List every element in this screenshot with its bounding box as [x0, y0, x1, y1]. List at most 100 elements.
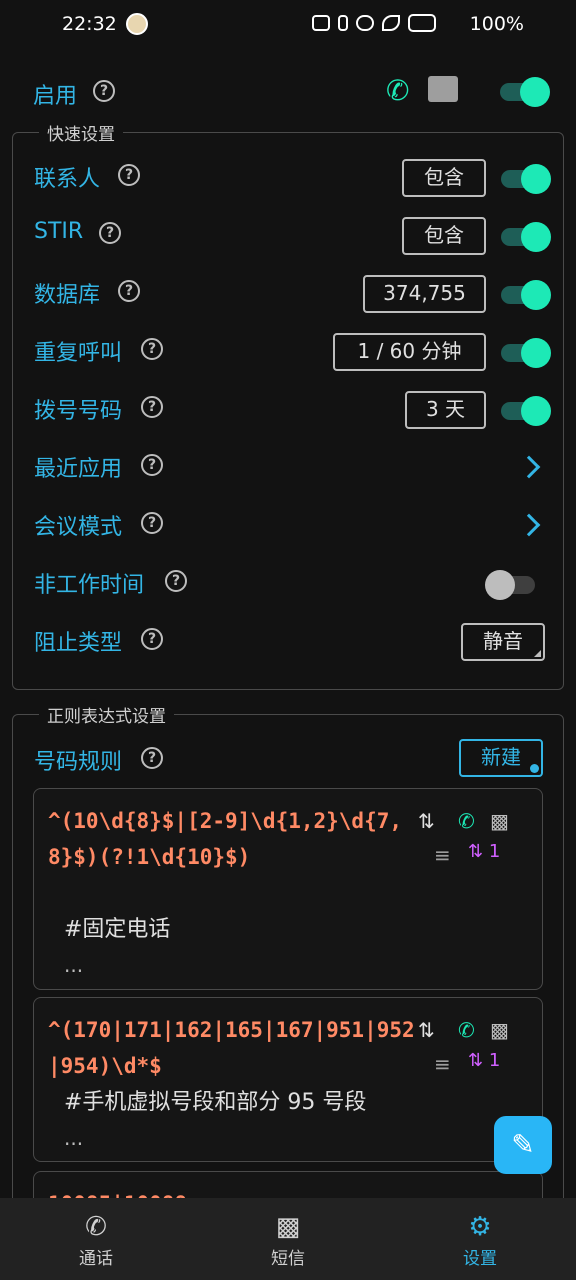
sms-icon: ▩ — [490, 809, 509, 833]
nav-label: 设置 — [463, 1249, 497, 1269]
sms-icon: ▩ — [490, 1018, 509, 1042]
phone-icon[interactable]: ✆ — [386, 74, 409, 107]
battery-percent: 100% — [469, 13, 524, 35]
rule-pattern: ^(10\d{8}$|[2-9]\d{1,2}\d{7,8}$)(?!1\d{1… — [48, 809, 403, 869]
shield-icon — [356, 15, 374, 31]
dialed-number-button[interactable]: 3 天 — [405, 391, 486, 429]
help-icon[interactable]: ? — [141, 512, 163, 534]
test-tube-icon: ✎ — [511, 1128, 535, 1161]
chevron-right-icon[interactable] — [517, 455, 541, 479]
sms-icon[interactable] — [428, 76, 458, 102]
stir-row[interactable]: STIR ? 包含 — [13, 207, 565, 265]
dialed-number-switch[interactable] — [501, 396, 551, 426]
section-title: 正则表达式设置 — [39, 702, 174, 727]
help-icon[interactable]: ? — [141, 338, 163, 360]
help-icon[interactable]: ? — [118, 164, 140, 186]
dialed-number-label: 拨号号码 — [34, 399, 123, 424]
number-rules-label: 号码规则 — [34, 750, 123, 775]
block-type-value: 静音 — [483, 629, 523, 653]
enable-label: 启用 — [33, 84, 78, 109]
sort-icon: ≡ — [434, 843, 451, 867]
rule-description: #手机虚拟号段和部分 95 号段 — [64, 1090, 367, 1115]
rule-more: ... — [64, 953, 84, 977]
priority-icon: ⇅ 1 — [468, 841, 501, 862]
status-avatar-icon — [126, 13, 148, 35]
rule-more: ... — [64, 1126, 84, 1150]
rule-card[interactable]: ^(170|171|162|165|167|951|952|954)\d*$ #… — [33, 997, 543, 1162]
shuffle-icon: ⇅ — [418, 1018, 435, 1042]
repeated-call-label: 重复呼叫 — [34, 341, 123, 366]
contacts-label: 联系人 — [34, 167, 101, 192]
database-label: 数据库 — [34, 283, 101, 308]
database-row[interactable]: 数据库 ? 374,755 — [13, 265, 565, 323]
incognito-icon — [312, 15, 330, 31]
gear-icon: ⚙ — [468, 1212, 492, 1242]
help-icon[interactable]: ? — [165, 570, 187, 592]
contacts-row[interactable]: 联系人 ? 包含 — [13, 149, 565, 207]
chevron-right-icon[interactable] — [517, 513, 541, 537]
phone-icon: ✆ — [458, 1018, 475, 1042]
block-type-row[interactable]: 阻止类型 ? 静音 — [13, 613, 565, 671]
rule-flags: ⇅ ✆ ▩ ≡ ⇅ 1 — [418, 809, 528, 869]
rule-flags: ⇅ ✆ ▩ ≡ ⇅ 1 — [418, 1018, 528, 1078]
off-time-switch[interactable] — [485, 570, 535, 600]
off-time-label: 非工作时间 — [34, 573, 145, 598]
nav-label: 通话 — [79, 1249, 113, 1269]
block-type-dropdown[interactable]: 静音 — [461, 623, 545, 661]
stir-label: STIR — [34, 219, 84, 244]
help-icon[interactable]: ? — [118, 280, 140, 302]
phone-icon: ✆ — [85, 1212, 107, 1242]
test-regex-button[interactable]: ✎ — [494, 1116, 552, 1174]
rule-pattern: ^(170|171|162|165|167|951|952|954)\d*$ — [48, 1018, 415, 1078]
rule-description: #固定电话 — [64, 917, 171, 942]
priority-icon: ⇅ 1 — [468, 1050, 501, 1071]
status-icons — [312, 14, 436, 32]
help-icon[interactable]: ? — [141, 747, 163, 769]
phone-icon: ✆ — [458, 809, 475, 833]
priority-value: 1 — [488, 841, 501, 862]
help-icon[interactable]: ? — [141, 396, 163, 418]
nav-sms[interactable]: ▩ 短信 — [192, 1198, 384, 1280]
stir-switch[interactable] — [501, 222, 551, 252]
status-time: 22:32 — [62, 13, 117, 35]
help-icon[interactable]: ? — [141, 454, 163, 476]
nav-calls[interactable]: ✆ 通话 — [0, 1198, 192, 1280]
battery-icon — [408, 14, 436, 32]
recent-apps-label: 最近应用 — [34, 457, 123, 482]
enable-row[interactable]: 启用 ? ✆ — [0, 66, 576, 118]
leaf-icon — [382, 15, 400, 31]
vibrate-icon — [338, 15, 348, 31]
repeated-call-button[interactable]: 1 / 60 分钟 — [333, 333, 486, 371]
help-icon[interactable]: ? — [141, 628, 163, 650]
quick-settings-section: 快速设置 联系人 ? 包含 STIR ? 包含 数据库 ? 374,755 重复… — [12, 120, 565, 690]
recent-apps-row[interactable]: 最近应用 ? — [13, 439, 565, 497]
contacts-mode-button[interactable]: 包含 — [402, 159, 486, 197]
enable-switch[interactable] — [500, 77, 550, 107]
sms-icon: ▩ — [275, 1212, 301, 1242]
database-count-button[interactable]: 374,755 — [363, 275, 486, 313]
section-title: 快速设置 — [39, 120, 123, 145]
help-icon[interactable]: ? — [93, 80, 115, 102]
new-rule-label: 新建 — [481, 745, 521, 769]
dialed-number-row[interactable]: 拨号号码 ? 3 天 — [13, 381, 565, 439]
stir-mode-button[interactable]: 包含 — [402, 217, 486, 255]
nav-label: 短信 — [271, 1249, 305, 1269]
repeated-call-row[interactable]: 重复呼叫 ? 1 / 60 分钟 — [13, 323, 565, 381]
shuffle-icon: ⇅ — [418, 809, 435, 833]
bottom-nav: ✆ 通话 ▩ 短信 ⚙ 设置 — [0, 1198, 576, 1280]
priority-value: 1 — [488, 1050, 501, 1071]
nav-settings[interactable]: ⚙ 设置 — [384, 1198, 576, 1280]
off-time-row[interactable]: 非工作时间 ? — [13, 555, 565, 613]
help-icon[interactable]: ? — [99, 222, 121, 244]
block-type-label: 阻止类型 — [34, 631, 123, 656]
database-switch[interactable] — [501, 280, 551, 310]
repeated-call-switch[interactable] — [501, 338, 551, 368]
meeting-mode-row[interactable]: 会议模式 ? — [13, 497, 565, 555]
sort-icon: ≡ — [434, 1052, 451, 1076]
new-rule-button[interactable]: 新建 — [459, 739, 543, 777]
meeting-mode-label: 会议模式 — [34, 515, 123, 540]
contacts-switch[interactable] — [501, 164, 551, 194]
status-bar: 22:32 100% — [0, 0, 576, 50]
rule-card[interactable]: ^(10\d{8}$|[2-9]\d{1,2}\d{7,8}$)(?!1\d{1… — [33, 788, 543, 990]
regex-settings-section: 正则表达式设置 号码规则 ? 新建 ^(10\d{8}$|[2-9]\d{1,2… — [12, 702, 564, 1280]
